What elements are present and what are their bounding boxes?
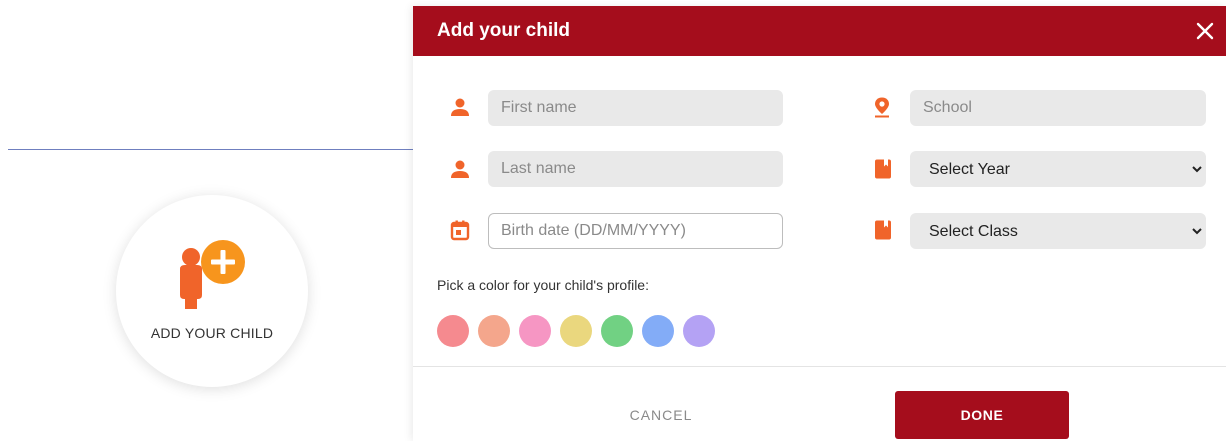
color-swatch[interactable] [601, 315, 633, 347]
footer-divider [413, 366, 1226, 367]
color-swatch[interactable] [478, 315, 510, 347]
add-child-modal: Add your child First name Last name Birt… [413, 6, 1226, 441]
color-swatch[interactable] [560, 315, 592, 347]
modal-title: Add your child [437, 20, 570, 41]
add-child-card[interactable]: ADD YOUR CHILD [116, 195, 308, 387]
first-name-input[interactable] [488, 90, 783, 126]
year-select[interactable]: Select Year [910, 151, 1206, 187]
modal-header: Add your child [413, 6, 1226, 56]
school-input[interactable] [910, 90, 1206, 126]
add-child-label: ADD YOUR CHILD [150, 325, 274, 341]
last-name-input[interactable] [488, 151, 783, 187]
done-button[interactable]: DONE [895, 391, 1069, 439]
class-select[interactable]: Select Class [910, 213, 1206, 249]
person-icon [449, 96, 471, 118]
add-child-icon [177, 239, 247, 311]
person-icon [449, 158, 471, 180]
color-picker-label: Pick a color for your child's profile: [437, 277, 649, 293]
location-pin-icon [871, 96, 893, 118]
close-icon[interactable] [1192, 18, 1218, 44]
color-swatch[interactable] [683, 315, 715, 347]
book-icon [872, 158, 894, 180]
birth-date-input[interactable] [488, 213, 783, 249]
cancel-button[interactable]: CANCEL [601, 395, 721, 435]
color-swatch[interactable] [437, 315, 469, 347]
book-icon [872, 219, 894, 241]
background-divider [8, 149, 414, 150]
color-swatch[interactable] [519, 315, 551, 347]
color-swatch[interactable] [642, 315, 674, 347]
calendar-icon [449, 219, 471, 241]
